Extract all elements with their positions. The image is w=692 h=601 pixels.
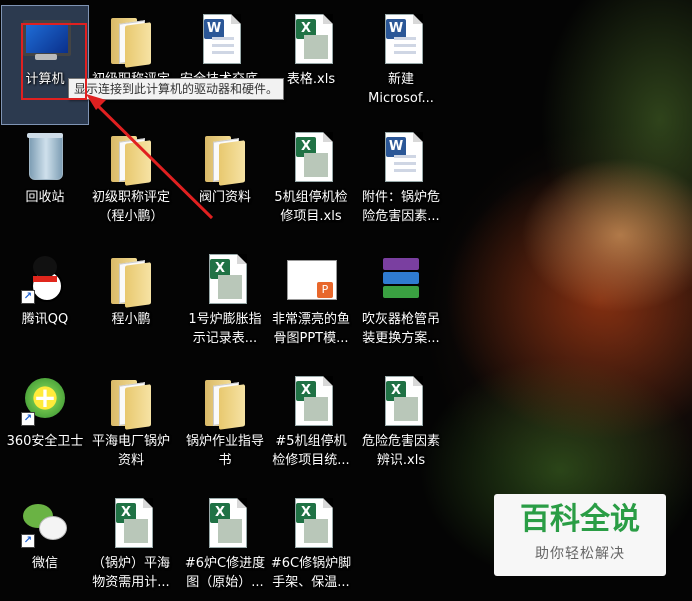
watermark-subtitle: 助你轻松解决	[535, 546, 625, 562]
watermark-title: 百科全说	[520, 502, 640, 537]
watermark-logo: 百科全说 助你轻松解决	[494, 494, 666, 576]
